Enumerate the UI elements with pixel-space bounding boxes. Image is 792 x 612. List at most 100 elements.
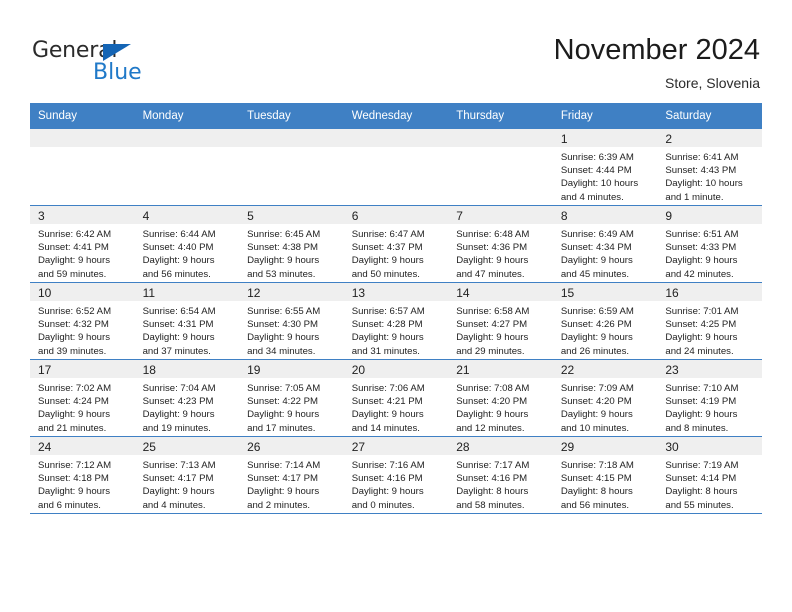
calendar-day-cell[interactable]: 26 Sunrise: 7:14 AM Sunset: 4:17 PM Dayligh…: [239, 436, 344, 514]
calendar-day-cell[interactable]: 4 Sunrise: 6:44 AM Sunset: 4:40 PM Daylight…: [134, 205, 240, 283]
day-detail-line: and 39 minutes.: [38, 345, 107, 357]
day-detail-line: Sunset: 4:40 PM: [142, 242, 214, 254]
calendar-day-cell[interactable]: 7 Sunrise: 6:48 AM Sunset: 4:36 PM Daylight…: [448, 205, 553, 283]
calendar-day-cell-inner: 27 Sunrise: 7:16 AM Sunset: 4:16 PM Dayligh…: [343, 437, 449, 513]
day-number: 12: [239, 283, 344, 301]
calendar-week-row: 17 Sunrise: 7:02 AM Sunset: 4:24 PM Dayligh…: [30, 359, 762, 437]
day-detail-line: Daylight: 9 hours: [351, 255, 424, 267]
calendar-day-cell-inner: 25 Sunrise: 7:13 AM Sunset: 4:17 PM Dayligh…: [134, 437, 240, 513]
day-number: 11: [134, 283, 240, 301]
calendar-day-cell[interactable]: 29 Sunrise: 7:18 AM Sunset: 4:15 PM Dayligh…: [552, 436, 658, 514]
calendar-day-cell[interactable]: 22 Sunrise: 7:09 AM Sunset: 4:20 PM Dayligh…: [552, 359, 658, 437]
day-detail-line: Daylight: 9 hours: [665, 332, 738, 344]
day-detail-line: Sunrise: 7:08 AM: [456, 383, 530, 394]
day-detail-line: Daylight: 9 hours: [142, 255, 215, 267]
weekday-header-thursday: Thursday: [448, 103, 553, 129]
calendar-day-cell[interactable]: 17 Sunrise: 7:02 AM Sunset: 4:24 PM Dayligh…: [30, 359, 135, 437]
calendar-day-cell[interactable]: 14 Sunrise: 6:58 AM Sunset: 4:27 PM Dayligh…: [448, 282, 553, 360]
day-detail-lines: Sunrise: 7:14 AM Sunset: 4:17 PM Daylight:…: [239, 455, 344, 512]
calendar-day-cell-inner: 10 Sunrise: 6:52 AM Sunset: 4:32 PM Dayligh…: [30, 283, 135, 359]
day-detail-line: and 17 minutes.: [247, 422, 316, 434]
day-detail-line: Sunrise: 7:01 AM: [665, 306, 739, 317]
calendar-day-cell-inner: 19 Sunrise: 7:05 AM Sunset: 4:22 PM Dayligh…: [239, 360, 344, 436]
day-detail-line: Sunrise: 7:16 AM: [351, 460, 425, 471]
calendar-day-cell[interactable]: 16 Sunrise: 7:01 AM Sunset: 4:25 PM Dayligh…: [657, 282, 762, 360]
day-detail-lines: Sunrise: 6:45 AM Sunset: 4:38 PM Daylight:…: [239, 224, 344, 281]
day-detail-line: and 14 minutes.: [351, 422, 420, 434]
day-detail-line: Sunrise: 7:10 AM: [665, 383, 739, 394]
day-detail-line: and 50 minutes.: [351, 268, 420, 280]
day-detail-lines: Sunrise: 7:17 AM Sunset: 4:16 PM Daylight:…: [448, 455, 553, 512]
day-number: 22: [552, 360, 658, 378]
day-detail-line: Sunrise: 6:41 AM: [665, 152, 739, 163]
calendar-day-cell[interactable]: 23 Sunrise: 7:10 AM Sunset: 4:19 PM Dayligh…: [657, 359, 762, 437]
day-detail-lines: [448, 147, 553, 151]
calendar-day-cell[interactable]: 2 Sunrise: 6:41 AM Sunset: 4:43 PM Daylight…: [657, 129, 762, 206]
calendar-week-row: 24 Sunrise: 7:12 AM Sunset: 4:18 PM Dayligh…: [30, 436, 762, 514]
calendar-day-cell[interactable]: 25 Sunrise: 7:13 AM Sunset: 4:17 PM Dayligh…: [134, 436, 240, 514]
calendar-day-cell[interactable]: 24 Sunrise: 7:12 AM Sunset: 4:18 PM Dayligh…: [30, 436, 135, 514]
calendar-day-cell[interactable]: 28 Sunrise: 7:17 AM Sunset: 4:16 PM Dayligh…: [448, 436, 553, 514]
weekday-header-row: Sunday Monday Tuesday Wednesday Thursday…: [30, 103, 762, 129]
calendar-day-cell[interactable]: 19 Sunrise: 7:05 AM Sunset: 4:22 PM Dayligh…: [239, 359, 344, 437]
calendar-day-cell[interactable]: 20 Sunrise: 7:06 AM Sunset: 4:21 PM Dayligh…: [343, 359, 449, 437]
day-detail-line: Sunrise: 7:14 AM: [247, 460, 321, 471]
day-detail-line: and 31 minutes.: [351, 345, 420, 357]
day-detail-line: Sunset: 4:20 PM: [560, 396, 632, 408]
day-detail-lines: Sunrise: 6:42 AM Sunset: 4:41 PM Daylight:…: [30, 224, 135, 281]
calendar-day-cell[interactable]: 1 Sunrise: 6:39 AM Sunset: 4:44 PM Daylight…: [552, 129, 658, 206]
weekday-header-wednesday: Wednesday: [343, 103, 449, 129]
day-number: 24: [30, 437, 135, 455]
calendar-weekday-header: Sunday Monday Tuesday Wednesday Thursday…: [30, 103, 762, 129]
calendar-day-cell[interactable]: 8 Sunrise: 6:49 AM Sunset: 4:34 PM Daylight…: [552, 205, 658, 283]
day-detail-lines: Sunrise: 6:44 AM Sunset: 4:40 PM Daylight:…: [135, 224, 240, 281]
day-detail-line: Daylight: 9 hours: [456, 409, 529, 421]
day-detail-lines: Sunrise: 7:05 AM Sunset: 4:22 PM Daylight:…: [239, 378, 344, 435]
day-detail-line: Sunset: 4:38 PM: [247, 242, 319, 254]
day-detail-line: Daylight: 9 hours: [247, 255, 320, 267]
day-detail-line: and 59 minutes.: [38, 268, 107, 280]
calendar-day-cell[interactable]: 3 Sunrise: 6:42 AM Sunset: 4:41 PM Daylight…: [30, 205, 135, 283]
day-number: 28: [448, 437, 553, 455]
calendar-day-cell[interactable]: 15 Sunrise: 6:59 AM Sunset: 4:26 PM Dayligh…: [552, 282, 658, 360]
day-detail-line: Sunset: 4:16 PM: [456, 473, 528, 485]
calendar-day-cell[interactable]: 21 Sunrise: 7:08 AM Sunset: 4:20 PM Dayligh…: [448, 359, 553, 437]
day-detail-lines: Sunrise: 6:51 AM Sunset: 4:33 PM Daylight:…: [657, 224, 762, 281]
calendar-day-cell[interactable]: 13 Sunrise: 6:57 AM Sunset: 4:28 PM Dayligh…: [343, 282, 449, 360]
logo-triangle-icon: [103, 44, 131, 61]
day-detail-line: Sunrise: 6:55 AM: [247, 306, 321, 317]
day-detail-lines: Sunrise: 6:57 AM Sunset: 4:28 PM Daylight:…: [344, 301, 449, 358]
calendar-day-cell-empty: [239, 129, 344, 206]
day-detail-line: Sunset: 4:36 PM: [456, 242, 528, 254]
day-detail-line: Sunrise: 6:54 AM: [142, 306, 216, 317]
day-detail-lines: Sunrise: 7:09 AM Sunset: 4:20 PM Daylight:…: [553, 378, 658, 435]
day-detail-lines: [30, 147, 135, 151]
day-detail-line: and 6 minutes.: [38, 499, 101, 511]
calendar-day-cell[interactable]: 27 Sunrise: 7:16 AM Sunset: 4:16 PM Dayligh…: [343, 436, 449, 514]
day-detail-line: Sunset: 4:14 PM: [665, 473, 737, 485]
calendar-day-cell-inner: 14 Sunrise: 6:58 AM Sunset: 4:27 PM Dayligh…: [448, 283, 553, 359]
calendar-day-cell-inner: [448, 129, 553, 205]
day-number: 30: [657, 437, 762, 455]
day-detail-lines: Sunrise: 6:59 AM Sunset: 4:26 PM Daylight:…: [553, 301, 658, 358]
calendar-day-cell[interactable]: 11 Sunrise: 6:54 AM Sunset: 4:31 PM Dayligh…: [134, 282, 240, 360]
calendar-day-cell[interactable]: 6 Sunrise: 6:47 AM Sunset: 4:37 PM Daylight…: [343, 205, 449, 283]
day-number: 25: [134, 437, 240, 455]
general-blue-logo[interactable]: General Blue: [32, 38, 232, 88]
calendar-day-cell[interactable]: 10 Sunrise: 6:52 AM Sunset: 4:32 PM Dayligh…: [30, 282, 135, 360]
day-detail-line: Sunrise: 6:48 AM: [456, 229, 530, 240]
weekday-header-tuesday: Tuesday: [239, 103, 344, 129]
day-detail-line: Sunset: 4:17 PM: [247, 473, 319, 485]
day-detail-lines: Sunrise: 6:47 AM Sunset: 4:37 PM Daylight:…: [344, 224, 449, 281]
calendar-day-cell[interactable]: 5 Sunrise: 6:45 AM Sunset: 4:38 PM Daylight…: [239, 205, 344, 283]
calendar-day-cell[interactable]: 12 Sunrise: 6:55 AM Sunset: 4:30 PM Dayligh…: [239, 282, 344, 360]
day-detail-line: Sunset: 4:22 PM: [247, 396, 319, 408]
day-detail-line: Daylight: 10 hours: [560, 178, 639, 190]
calendar-day-cell[interactable]: 18 Sunrise: 7:04 AM Sunset: 4:23 PM Dayligh…: [134, 359, 240, 437]
day-detail-line: and 4 minutes.: [560, 191, 624, 203]
calendar-day-cell[interactable]: 30 Sunrise: 7:19 AM Sunset: 4:14 PM Dayligh…: [657, 436, 762, 514]
day-number: 13: [343, 283, 449, 301]
day-detail-lines: [239, 147, 344, 151]
calendar-day-cell[interactable]: 9 Sunrise: 6:51 AM Sunset: 4:33 PM Daylight…: [657, 205, 762, 283]
day-number: 23: [657, 360, 762, 378]
